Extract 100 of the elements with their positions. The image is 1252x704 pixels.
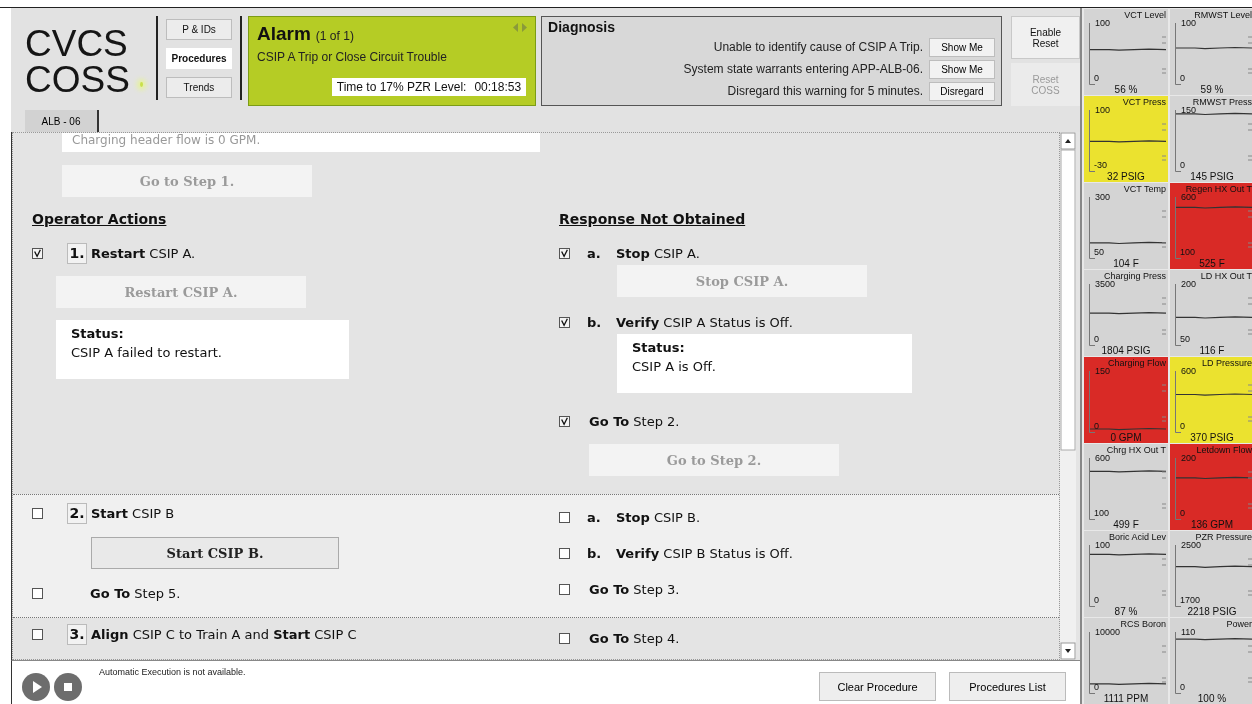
trend-value: 116 F [1198, 345, 1226, 356]
column-heading: Response Not Obtained [559, 211, 747, 227]
scale-label: 10000 [1094, 627, 1122, 637]
diagnosis-button[interactable]: Show Me [929, 59, 995, 79]
substep-letter: b. [587, 545, 603, 561]
scale-label: 3500 [1094, 279, 1116, 289]
trend-title: RMWST Level [1194, 10, 1252, 20]
step-text: Go To Step 3. [589, 581, 680, 597]
scale-label: 100 [1094, 105, 1112, 115]
diagnosis-button[interactable]: Disregard [929, 81, 995, 101]
diagnosis-button[interactable]: Show Me [929, 37, 995, 57]
status-text: CSIP A failed to restart. [71, 345, 223, 360]
checkbox[interactable] [559, 547, 570, 559]
checkbox[interactable] [32, 587, 43, 599]
trend-title: LD HX Out T [1200, 271, 1252, 281]
step-text: Go To Step 2. [589, 413, 680, 429]
stop-icon[interactable] [54, 673, 82, 701]
trend-value: 32 PSIG [1106, 171, 1146, 182]
indicator-icon [139, 81, 143, 87]
play-icon[interactable] [22, 673, 50, 701]
step-number: 2. [67, 502, 87, 524]
trend-title: Regen HX Out T [1185, 184, 1252, 194]
trend-value: 1111 PPM [1102, 693, 1150, 704]
step-text: Stop CSIP A. [616, 245, 700, 261]
trend-value: 525 F [1198, 258, 1226, 269]
status-text: CSIP A is Off. [632, 359, 717, 374]
scale-label: 100 [1180, 18, 1198, 28]
trend-value: 2218 PSIG [1186, 606, 1238, 617]
checkbox[interactable] [559, 632, 570, 644]
trend-value: 1804 PSIG [1100, 345, 1152, 356]
action-button[interactable]: Start CSIP B. [91, 537, 339, 569]
trend-title: Chrg HX Out T [1106, 445, 1166, 455]
scale-label: 1700 [1180, 595, 1201, 605]
procedure-tab[interactable]: ALB - 06 [25, 110, 99, 132]
scale-label: 0 [1180, 160, 1185, 170]
checkbox[interactable] [559, 316, 570, 328]
checkbox[interactable] [559, 247, 570, 259]
scale-label: 0 [1094, 73, 1099, 83]
trend-value: 100 % [1196, 693, 1228, 704]
scale-label: 100 [1094, 18, 1112, 28]
scale-label: 110 [1180, 627, 1197, 637]
nav-button[interactable]: P & IDs [166, 18, 232, 40]
nav-button[interactable]: Procedures [166, 47, 232, 69]
alarm-message: CSIP A Trip or Close Circuit Trouble [257, 50, 448, 64]
status-label: Status: [632, 340, 686, 355]
trend-value: 59 % [1199, 84, 1225, 95]
diagnosis-text: Unable to identify cause of CSIP A Trip. [713, 40, 923, 54]
step-text: Go To Step 4. [589, 630, 680, 646]
scale-label: 0 [1180, 73, 1185, 83]
trend-value: 56 % [1113, 84, 1139, 95]
checkbox[interactable] [559, 583, 570, 595]
step-text: Start CSIP B [91, 505, 175, 521]
nav-button[interactable]: Trends [166, 76, 232, 98]
scale-label: 0 [1094, 682, 1099, 692]
step-text: Stop CSIP B. [616, 509, 701, 525]
step-number: 1. [67, 242, 87, 264]
trend-title: Boric Acid Lev [1108, 532, 1166, 542]
scale-label: 2500 [1180, 540, 1203, 550]
column-heading: Operator Actions [32, 211, 168, 227]
scrollbar[interactable] [1060, 132, 1076, 660]
checkbox[interactable] [559, 511, 570, 523]
step-text: Go To Step 5. [90, 585, 181, 601]
scale-label: 0 [1180, 421, 1185, 431]
timer-label: Time to 17% PZR Level: [336, 80, 467, 94]
scale-label: 300 [1094, 192, 1112, 202]
checkbox[interactable] [32, 247, 43, 259]
trend-title: VCT Temp [1123, 184, 1166, 194]
scale-label: -30 [1094, 160, 1107, 170]
status-text: Charging header flow is 0 GPM. [62, 133, 540, 152]
scale-label: 150 [1094, 366, 1111, 376]
trend-title: Power [1226, 619, 1252, 629]
trend-value: 0 GPM [1109, 432, 1143, 443]
scale-label: 0 [1180, 508, 1185, 518]
trend-title: VCT Level [1124, 10, 1166, 20]
trend-title: RMWST Press [1192, 97, 1252, 107]
scale-label: 0 [1094, 421, 1099, 431]
trend-title: VCT Press [1122, 97, 1166, 107]
scale-label: 100 [1180, 247, 1196, 257]
reset-button[interactable]: Enable Reset [1011, 16, 1080, 59]
trend-title: Charging Press [1103, 271, 1166, 281]
trend-value: 370 PSIG [1189, 432, 1235, 443]
step-text: Restart CSIP A. [91, 245, 196, 261]
scale-label: 600 [1094, 453, 1111, 463]
checkbox[interactable] [32, 628, 43, 640]
checkbox[interactable] [32, 507, 43, 519]
trend-value: 87 % [1113, 606, 1139, 617]
diagnosis-title: Diagnosis [548, 19, 616, 35]
scale-label: 50 [1180, 334, 1190, 344]
step-text: Verify CSIP B Status is Off. [616, 545, 793, 561]
scale-label: 600 [1180, 366, 1198, 376]
timer-value: 00:18:53 [474, 80, 522, 94]
scale-label: 100 [1094, 508, 1110, 518]
diagnosis-text: Disregard this warning for 5 minutes. [727, 84, 923, 98]
scale-label: 0 [1094, 334, 1099, 344]
scale-label: 150 [1180, 105, 1198, 115]
trend-value: 499 F [1112, 519, 1140, 530]
substep-letter: b. [587, 314, 603, 330]
checkbox[interactable] [559, 415, 570, 427]
substep-letter: a. [587, 245, 602, 261]
scale-label: 600 [1180, 192, 1197, 202]
